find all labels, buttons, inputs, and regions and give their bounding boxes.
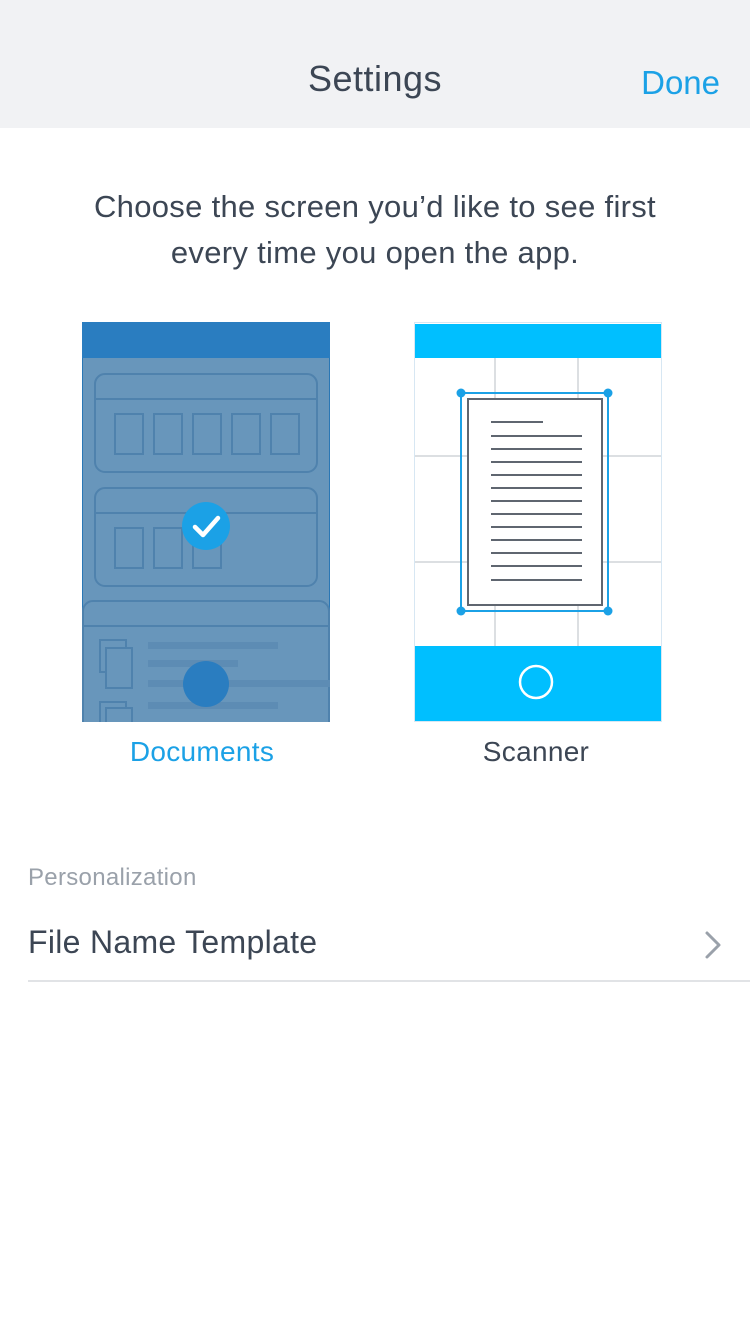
documents-option[interactable] xyxy=(82,322,330,722)
documents-option-label: Documents xyxy=(129,736,275,767)
documents-preview-icon xyxy=(82,322,330,722)
navigation-bar: Settings Done xyxy=(0,0,750,128)
scanner-preview-icon xyxy=(414,322,662,722)
file-name-template-label: File Name Template xyxy=(28,924,318,960)
page-title: Settings xyxy=(307,58,443,99)
chevron-right-icon xyxy=(705,931,721,959)
intro-text: Choose the screen you’d like to see firs… xyxy=(40,184,710,276)
intro-line-2: every time you open the app. xyxy=(170,235,580,270)
scanner-option-label: Scanner xyxy=(482,736,590,767)
file-name-template-row[interactable]: File Name Template xyxy=(28,910,750,982)
done-button[interactable]: Done xyxy=(641,64,720,102)
scanner-option[interactable] xyxy=(414,322,662,722)
intro-line-1: Choose the screen you’d like to see firs… xyxy=(94,189,656,224)
section-header-personalization: Personalization xyxy=(28,864,197,891)
